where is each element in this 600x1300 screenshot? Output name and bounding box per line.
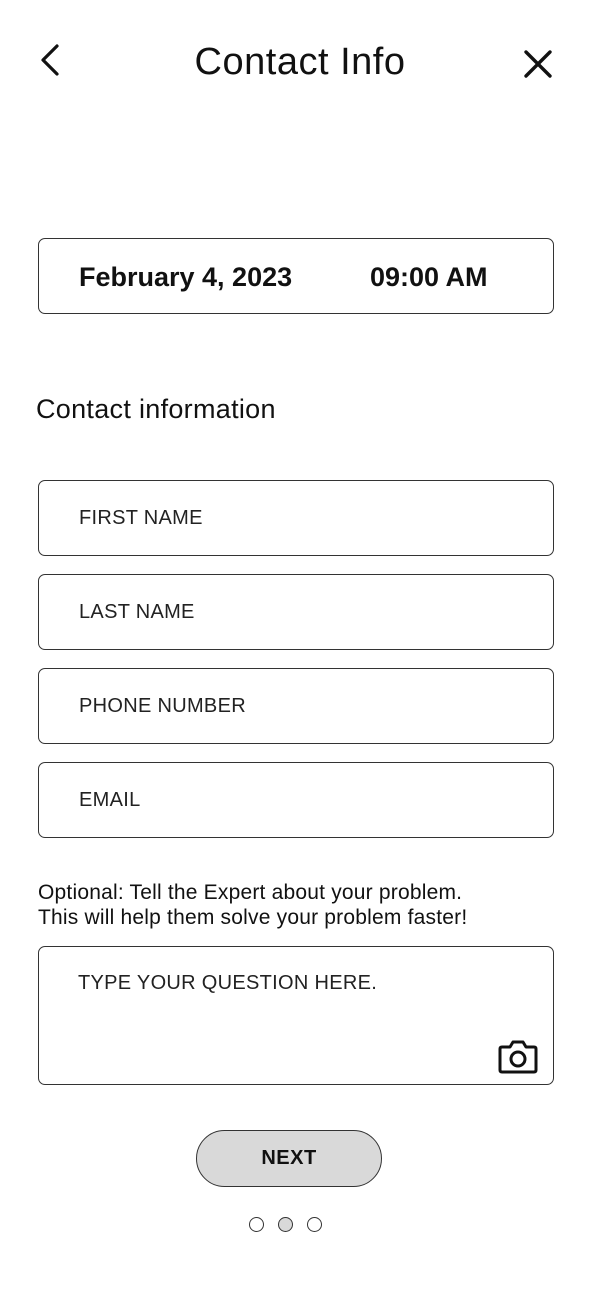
pager-dot-3 [307,1217,322,1232]
close-icon [524,50,552,78]
pager-dot-2-active [278,1217,293,1232]
next-button[interactable]: NEXT [196,1130,382,1187]
pager-dot-1 [249,1217,264,1232]
camera-icon [498,1040,538,1074]
optional-note: Optional: Tell the Expert about your pro… [38,880,558,930]
email-field-container [38,762,554,838]
appointment-time: 09:00 AM [370,262,488,292]
page-title: Contact Info [194,41,406,83]
contact-section-heading: Contact information [36,394,276,424]
pager-dots [249,1217,349,1235]
phone-field-container [38,668,554,744]
attach-photo-button[interactable] [497,1037,539,1075]
question-textarea[interactable] [39,947,553,1084]
last-name-field-container [38,574,554,650]
appointment-datetime[interactable]: February 4, 2023 09:00 AM [38,238,554,314]
first-name-input[interactable] [39,481,553,555]
appointment-date: February 4, 2023 [79,262,293,292]
optional-note-line-2: This will help them solve your problem f… [38,906,468,929]
optional-note-line-1: Optional: Tell the Expert about your pro… [38,881,463,904]
question-field-container [38,946,554,1085]
first-name-field-container [38,480,554,556]
last-name-input[interactable] [39,575,553,649]
email-input[interactable] [39,763,553,837]
close-button[interactable] [516,42,560,86]
phone-number-input[interactable] [39,669,553,743]
